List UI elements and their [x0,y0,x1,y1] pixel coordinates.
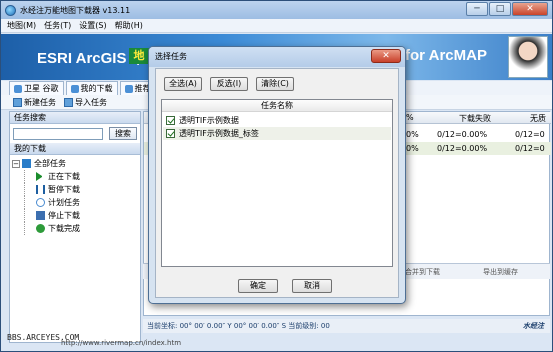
menu-settings[interactable]: 设置(S) [79,20,106,31]
table-cell: 0/12=0 [515,130,545,139]
tree-item-label: 下载完成 [48,224,80,233]
tree-item-downloading[interactable]: 正在下载 [12,170,138,183]
tree-item-stopped[interactable]: 停止下载 [12,209,138,222]
column-header[interactable]: 下载失败 [459,113,491,124]
tree-root[interactable]: − 全部任务 [12,157,138,170]
list-item[interactable]: 透明TIF示例数据_标签 [163,127,391,140]
table-cell: 0% [406,130,419,139]
dialog-title: 选择任务 [155,52,187,61]
tree-item-label: 暂停下载 [48,185,80,194]
tree-item-scheduled[interactable]: 计划任务 [12,196,138,209]
list-item-label: 透明TIF示例数据 [179,116,239,125]
coordinates-readout: 当前坐标: 00° 00′ 0.00″ Y 00° 00′ 0.00″ S 当前… [147,322,330,330]
menu-help[interactable]: 帮助(H) [115,20,143,31]
menu-map[interactable]: 地图(M) [7,20,36,31]
menu-task[interactable]: 任务(T) [44,20,71,31]
window-controls: ─ □ ✕ [465,2,548,16]
clock-icon [36,198,45,207]
list-item-label: 透明TIF示例数据_标签 [179,129,259,138]
new-task-icon [13,97,22,107]
banner-logo: 地 [129,48,149,64]
search-button[interactable]: 搜索 [109,127,137,140]
tab-satellite[interactable]: 卫星 谷歌 [9,81,64,95]
collapse-icon[interactable]: − [12,159,20,168]
done-icon [36,224,45,233]
task-name-column-header[interactable]: 任务名称 [162,100,392,112]
recommend-icon [124,84,133,93]
invert-selection-button[interactable]: 反选(I) [210,77,248,91]
checkbox-checked[interactable] [166,116,175,125]
list-item[interactable]: 透明TIF示例数据 [163,114,391,127]
maximize-button[interactable]: □ [489,2,511,16]
title-bar: 水经注万能地图下载器 v13.11 ─ □ ✕ [1,1,552,19]
new-task-button[interactable]: 新建任务 [13,97,56,108]
search-row: 搜索 [10,124,140,143]
stop-icon [36,211,45,220]
url-text: http://www.rivermap.cn/index.htm [61,339,182,347]
task-search-header: 任务搜索 [10,112,140,124]
table-cell: 0% [406,144,419,153]
tree-item-label: 停止下载 [48,211,80,220]
banner-text-right: for ArcMAP [405,47,487,64]
column-header[interactable]: 无质 [530,113,546,124]
left-panel: 任务搜索 搜索 我的下载 − 全部任务 正在下载 暂停下载 计划任务 停止下载 … [9,111,141,343]
clear-selection-button[interactable]: 清除(C) [256,77,294,91]
app-logo-icon [5,4,16,16]
search-input[interactable] [13,127,103,140]
menu-bar: 地图(M) 任务(T) 设置(S) 帮助(H) [1,19,552,33]
play-icon [36,172,45,181]
download-icon [70,84,79,93]
select-all-button[interactable]: 全选(A) [164,77,202,91]
app-window: 水经注万能地图下载器 v13.11 ─ □ ✕ 地图(M) 任务(T) 设置(S… [0,0,553,352]
tab-my-downloads[interactable]: 我的下载 [65,81,118,95]
window-title: 水经注万能地图下载器 v13.11 [20,5,131,15]
export-cache-link[interactable]: 导出到缓存 [483,267,518,277]
status-logo: 水经注 [523,322,544,330]
import-task-button[interactable]: 导入任务 [64,97,107,108]
all-tasks-icon [22,159,31,168]
table-cell: 0/12=0 [515,144,545,153]
dialog-title-bar: 选择任务 ✕ [149,47,405,67]
dialog-body: 全选(A) 反选(I) 清除(C) 任务名称 透明TIF示例数据 透明TIF示例… [155,68,399,298]
merge-download-link[interactable]: 合并到下载 [405,267,440,277]
tree-root-label: 全部任务 [34,159,66,168]
cancel-button[interactable]: 取消 [292,279,332,293]
task-list: 任务名称 透明TIF示例数据 透明TIF示例数据_标签 [161,99,393,267]
select-task-dialog: 选择任务 ✕ 全选(A) 反选(I) 清除(C) 任务名称 透明TIF示例数据 … [148,46,406,304]
tab-label: 卫星 谷歌 [24,84,59,93]
checkbox-checked[interactable] [166,129,175,138]
close-button[interactable]: ✕ [512,2,548,16]
dialog-close-button[interactable]: ✕ [371,49,401,63]
table-cell: 0/12=0.00% [437,144,488,153]
minimize-button[interactable]: ─ [466,2,488,16]
ok-button[interactable]: 确定 [238,279,278,293]
tree-item-label: 正在下载 [48,172,80,181]
import-task-label: 导入任务 [75,97,107,107]
my-downloads-header: 我的下载 [10,143,140,155]
tree-item-completed[interactable]: 下载完成 [12,222,138,235]
satellite-icon [14,84,22,93]
new-task-label: 新建任务 [24,97,56,107]
task-tree: − 全部任务 正在下载 暂停下载 计划任务 停止下载 下载完成 [10,155,140,237]
tree-item-paused[interactable]: 暂停下载 [12,183,138,196]
status-bar: 当前坐标: 00° 00′ 0.00″ Y 00° 00′ 0.00″ S 当前… [143,319,550,333]
pause-icon [36,185,45,194]
table-cell: 0/12=0.00% [437,130,488,139]
column-header[interactable]: % [406,113,414,122]
support-avatar [508,36,548,78]
tab-label: 我的下载 [80,84,113,93]
tree-item-label: 计划任务 [48,198,80,207]
import-icon [64,97,73,107]
